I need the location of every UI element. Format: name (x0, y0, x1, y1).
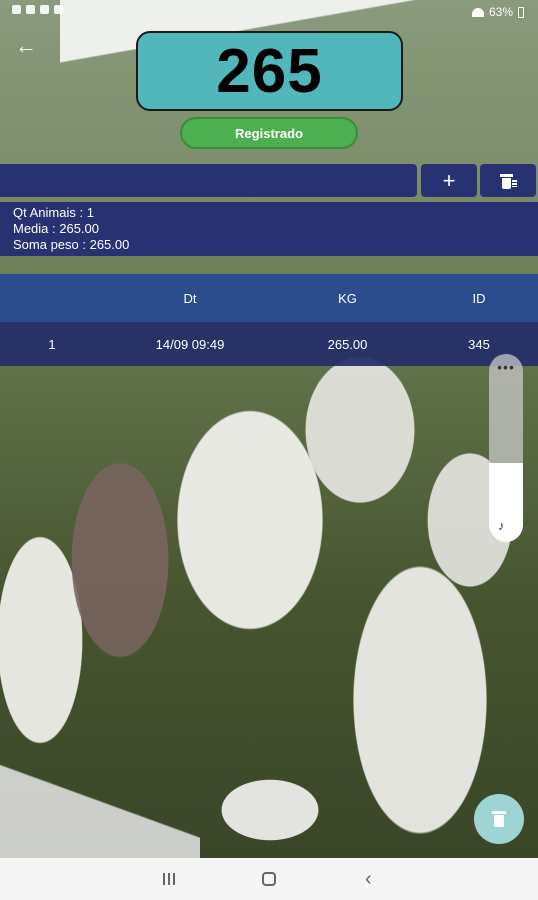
animal-id-input[interactable] (0, 164, 417, 197)
speaker-icon[interactable]: ♪ (498, 518, 514, 534)
add-button[interactable]: + (421, 164, 477, 197)
notification-icon (40, 5, 49, 14)
notification-icon (54, 5, 63, 14)
column-header-id: ID (472, 290, 486, 306)
delete-fab[interactable] (474, 794, 524, 844)
plus-icon: + (442, 167, 456, 193)
navigation-bar: ‹ (0, 858, 538, 900)
volume-slider[interactable]: ••• ♪ (489, 354, 523, 542)
notification-icon (12, 5, 21, 14)
animal-count: Qt Animais : 1 (13, 205, 94, 220)
system-back-button[interactable]: ‹ (348, 864, 388, 894)
registered-status-button[interactable]: Registrado (180, 117, 358, 149)
table-header: Dt KG ID (0, 274, 538, 322)
status-bar: 63% (0, 0, 538, 24)
status-label: Registrado (235, 125, 303, 141)
battery-icon (518, 6, 524, 18)
notification-icon (26, 5, 35, 14)
weight-display: 265 (136, 31, 403, 111)
recent-apps-button[interactable] (150, 864, 190, 894)
summary-panel: Qt Animais : 1 Media : 265.00 Soma peso … (0, 202, 538, 256)
row-index: 1 (48, 336, 56, 352)
system-indicators: 63% (471, 5, 524, 19)
wifi-icon (471, 7, 484, 17)
recent-apps-icon (163, 873, 177, 885)
camera-preview-corner (0, 760, 200, 858)
table-row[interactable]: 1 14/09 09:49 265.00 345 (0, 322, 538, 366)
total-weight: Soma peso : 265.00 (13, 237, 130, 252)
row-date: 14/09 09:49 (155, 336, 225, 352)
home-button[interactable] (249, 864, 289, 894)
back-button[interactable]: ← (12, 34, 40, 60)
battery-percent: 63% (488, 5, 513, 19)
volume-options-icon[interactable]: ••• (489, 359, 523, 375)
column-header-index (20, 274, 84, 322)
trash-icon (492, 811, 506, 827)
home-icon (261, 872, 276, 886)
chevron-left-icon: ‹ (364, 867, 372, 890)
clear-list-button[interactable] (480, 164, 536, 197)
column-header-kg: KG (338, 290, 357, 306)
notification-icons (12, 5, 63, 14)
row-weight: 265.00 (327, 336, 368, 352)
delete-sweep-icon (500, 173, 517, 189)
arrow-left-icon: ← (15, 33, 37, 58)
average-weight: Media : 265.00 (13, 221, 100, 236)
column-header-date: Dt (183, 290, 197, 306)
weight-value: 265 (216, 36, 323, 106)
